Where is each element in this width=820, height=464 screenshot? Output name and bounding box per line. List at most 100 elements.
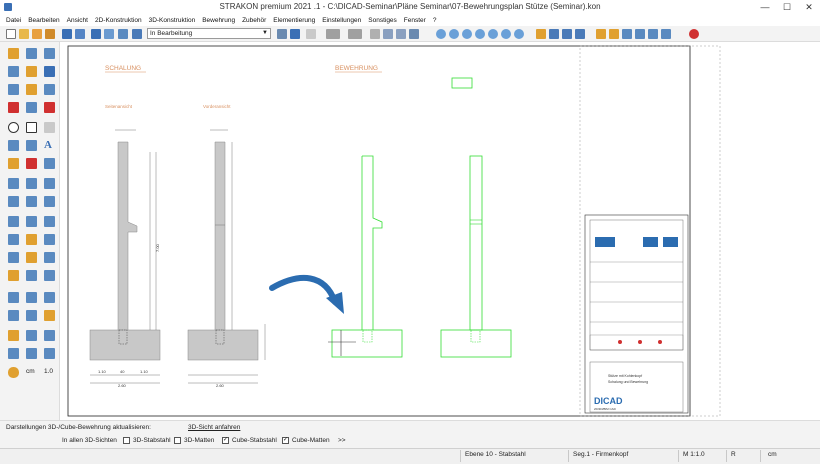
- angle-icon[interactable]: [575, 29, 585, 39]
- menu-elementierung[interactable]: Elementierung: [273, 17, 315, 24]
- menu-datei[interactable]: Datei: [6, 17, 21, 24]
- folder-icon[interactable]: [45, 29, 55, 39]
- select-window-icon[interactable]: [609, 29, 619, 39]
- wall-tool-icon[interactable]: [8, 196, 19, 207]
- paste-icon[interactable]: [396, 29, 406, 39]
- anchor-icon[interactable]: [26, 270, 37, 281]
- rectangle-tool-icon[interactable]: [26, 122, 37, 133]
- menu-3d-konstruktion[interactable]: 3D-Konstruktion: [149, 17, 196, 24]
- play-icon[interactable]: [44, 66, 55, 77]
- lock-icon[interactable]: [8, 367, 19, 378]
- block-tool-icon[interactable]: [8, 178, 19, 189]
- rebar-tool-icon[interactable]: [8, 216, 19, 227]
- tool-icon-5[interactable]: [26, 310, 37, 321]
- checkbox-cube-stabstahl[interactable]: ✓: [222, 437, 229, 444]
- stirrup-tool-icon[interactable]: [26, 216, 37, 227]
- tool-icon-7[interactable]: [8, 330, 19, 341]
- move-icon[interactable]: [549, 29, 559, 39]
- print-icon[interactable]: [91, 29, 101, 39]
- element-icon[interactable]: [44, 270, 55, 281]
- open-recent-icon[interactable]: [32, 29, 42, 39]
- layer-icon[interactable]: [132, 29, 142, 39]
- zoom-icon[interactable]: [436, 29, 446, 39]
- select-icon[interactable]: [596, 29, 606, 39]
- menu-2d-konstruktion[interactable]: 2D-Konstruktion: [95, 17, 142, 24]
- array-tool-icon[interactable]: [44, 84, 55, 95]
- hatch-tool-icon[interactable]: [26, 140, 37, 151]
- cut-icon[interactable]: [370, 29, 380, 39]
- clipboard-icon[interactable]: [409, 29, 419, 39]
- cut-plan-icon[interactable]: [44, 252, 55, 263]
- line-tool-icon[interactable]: [44, 122, 55, 133]
- circle-tool-icon[interactable]: [8, 122, 19, 133]
- tool-icon-2[interactable]: [26, 292, 37, 303]
- menu-bearbeiten[interactable]: Bearbeiten: [28, 17, 59, 24]
- tool-icon-8[interactable]: [26, 330, 37, 341]
- marker-tool-icon[interactable]: [26, 158, 37, 169]
- minimize-button[interactable]: —: [754, 0, 776, 14]
- menu-fenster[interactable]: Fenster: [404, 17, 426, 24]
- zoom-next-icon[interactable]: [514, 29, 524, 39]
- save-icon[interactable]: [62, 29, 72, 39]
- status-scale[interactable]: M 1:1.0: [683, 451, 705, 458]
- redo-icon[interactable]: [348, 29, 362, 39]
- mesh-tool-icon[interactable]: [44, 216, 55, 227]
- zoom-out-icon[interactable]: [462, 29, 472, 39]
- status-r[interactable]: R: [731, 451, 736, 458]
- label-tool-icon[interactable]: [26, 234, 37, 245]
- accessory-icon[interactable]: [8, 270, 19, 281]
- scale-tool-icon[interactable]: [26, 84, 37, 95]
- view-icon[interactable]: [622, 29, 632, 39]
- tool-icon-10[interactable]: [8, 348, 19, 359]
- move-tool-icon[interactable]: [26, 48, 37, 59]
- new-file-icon[interactable]: [6, 29, 16, 39]
- pointer-icon[interactable]: [8, 48, 19, 59]
- status-layer[interactable]: Ebene 10 - Stabstahl: [465, 451, 526, 458]
- slab-tool-icon[interactable]: [26, 196, 37, 207]
- bar-list-icon[interactable]: [8, 234, 19, 245]
- more-button[interactable]: >>: [338, 437, 346, 444]
- zoom-window-icon[interactable]: [475, 29, 485, 39]
- rotate-tool-icon[interactable]: [44, 48, 55, 59]
- position-tool-icon[interactable]: [26, 252, 37, 263]
- tool-icon-1[interactable]: [8, 292, 19, 303]
- undo-icon[interactable]: [326, 29, 340, 39]
- stretch-tool-icon[interactable]: [8, 84, 19, 95]
- text-tool-icon[interactable]: A: [44, 140, 55, 151]
- zoom-in-icon[interactable]: [449, 29, 459, 39]
- plot-icon[interactable]: [104, 29, 114, 39]
- column-tool-icon[interactable]: [44, 196, 55, 207]
- checkbox-3d-stabstahl[interactable]: [123, 437, 130, 444]
- 3d-view-icon[interactable]: [635, 29, 645, 39]
- tool-icon-12[interactable]: [44, 348, 55, 359]
- properties-icon[interactable]: [306, 29, 316, 39]
- polyline-tool-icon[interactable]: [8, 140, 19, 151]
- section-icon[interactable]: [648, 29, 658, 39]
- cube-icon[interactable]: [661, 29, 671, 39]
- tool-icon-6[interactable]: [44, 310, 55, 321]
- layer-edit-icon[interactable]: [277, 29, 287, 39]
- tool-icon-4[interactable]: [8, 310, 19, 321]
- pin-icon[interactable]: [689, 29, 699, 39]
- dimension-tool-icon[interactable]: [8, 158, 19, 169]
- group-tool-icon[interactable]: [26, 178, 37, 189]
- mirror-tool-icon[interactable]: [26, 66, 37, 77]
- symbol-tool-icon[interactable]: [44, 158, 55, 169]
- layer-settings-icon[interactable]: [290, 29, 300, 39]
- grid-icon[interactable]: [562, 29, 572, 39]
- tool-icon-11[interactable]: [26, 348, 37, 359]
- layer-select[interactable]: In Bearbeitung ▼: [147, 28, 271, 39]
- zoom-all-icon[interactable]: [488, 29, 498, 39]
- menu-help[interactable]: ?: [433, 17, 437, 24]
- trim-tool-icon[interactable]: [26, 102, 37, 113]
- close-button[interactable]: ✕: [798, 0, 820, 14]
- erase-tool-icon[interactable]: [44, 102, 55, 113]
- open-folder-icon[interactable]: [19, 29, 29, 39]
- tool-icon-3[interactable]: [44, 292, 55, 303]
- checkbox-3d-matten[interactable]: [174, 437, 181, 444]
- delete-tool-icon[interactable]: [8, 102, 19, 113]
- menu-bewehrung[interactable]: Bewehrung: [202, 17, 235, 24]
- tool-icon-9[interactable]: [44, 330, 55, 341]
- status-unit[interactable]: cm: [768, 451, 777, 458]
- menu-einstellungen[interactable]: Einstellungen: [322, 17, 361, 24]
